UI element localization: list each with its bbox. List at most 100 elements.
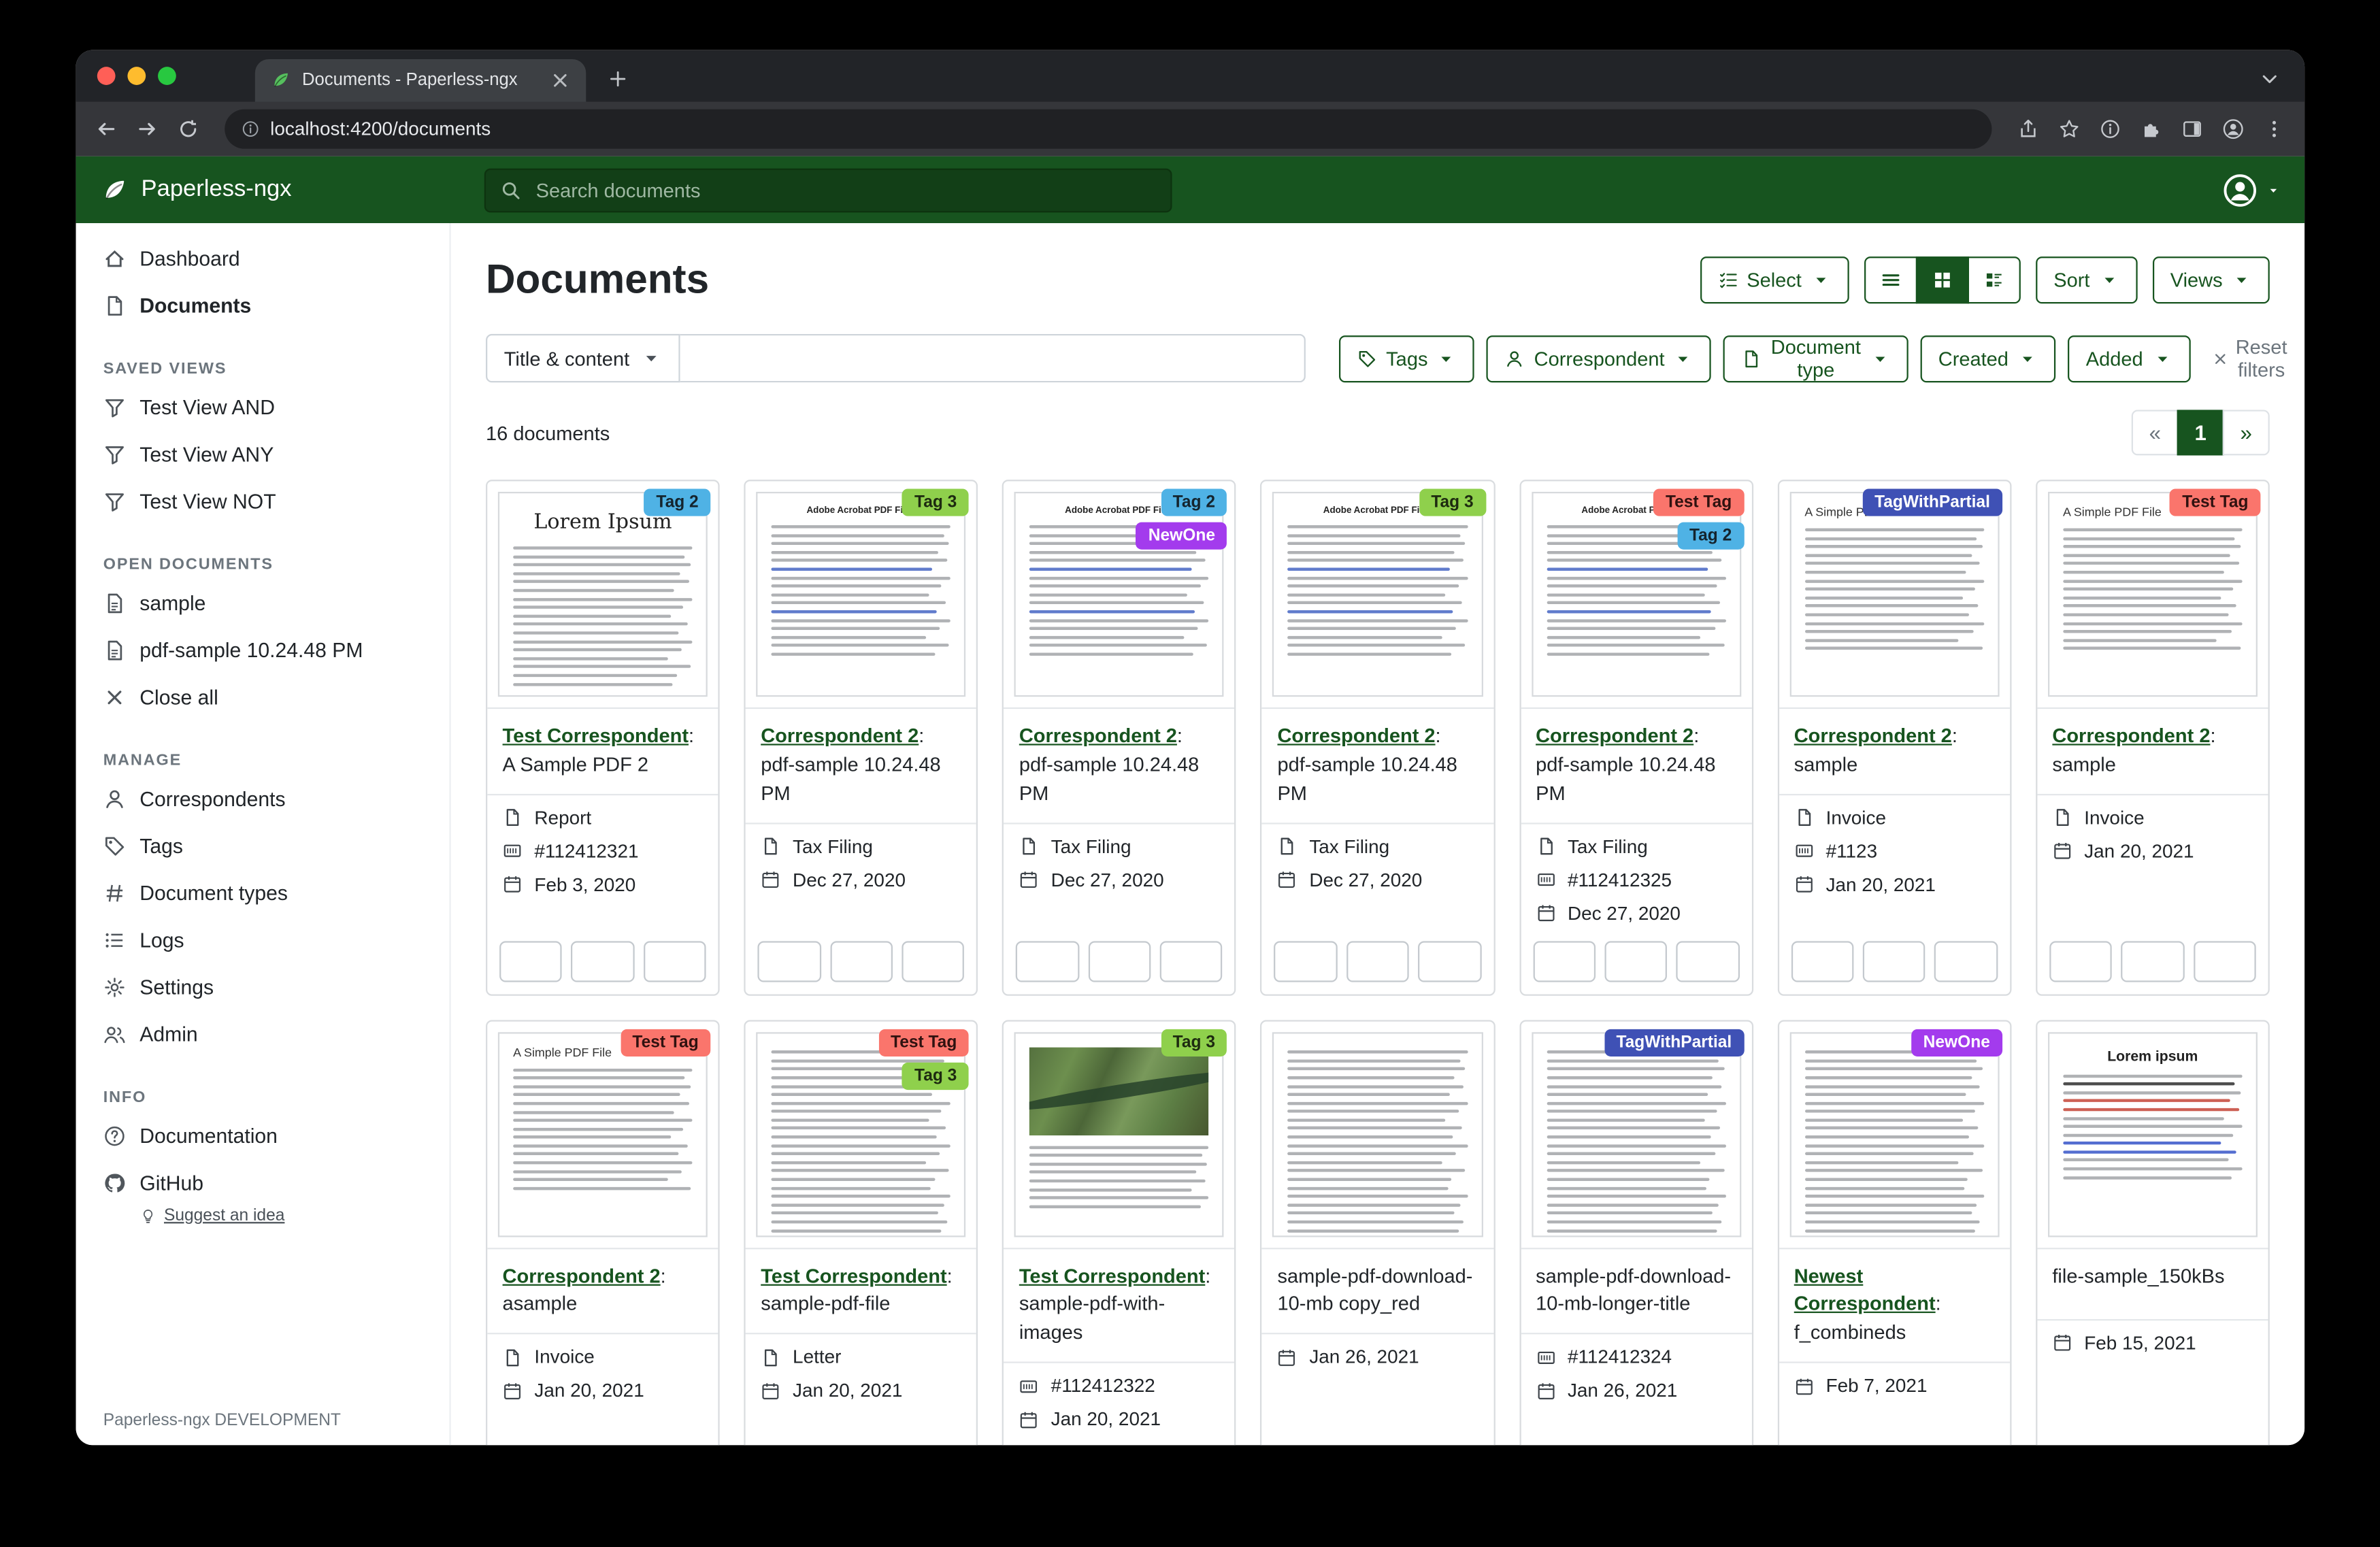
edit-button[interactable] (2049, 940, 2112, 981)
correspondent-link[interactable]: Correspondent 2 (503, 1264, 661, 1286)
sidebar-link-suggest-an-idea[interactable]: Suggest an idea (76, 1207, 450, 1234)
document-thumbnail[interactable] (1262, 1021, 1493, 1249)
title-content-dropdown[interactable]: Title & content (486, 334, 680, 382)
tag-badge[interactable]: Tag 3 (1419, 488, 1485, 516)
document-thumbnail[interactable]: Test Tag Tag 3 (746, 1021, 976, 1249)
view-button[interactable] (1863, 940, 1926, 981)
tag-badge[interactable]: NewOne (1911, 1029, 2002, 1056)
view-button[interactable] (572, 940, 634, 981)
user-menu[interactable] (2223, 172, 2281, 207)
tab-close-icon[interactable] (550, 70, 571, 91)
correspondent-link[interactable]: Correspondent 2 (761, 724, 919, 746)
tag-badge[interactable]: Tag 2 (1161, 488, 1227, 516)
document-thumbnail[interactable]: Lorem ipsum (2037, 1021, 2268, 1249)
download-button[interactable] (644, 940, 706, 981)
edit-button[interactable] (1274, 940, 1337, 981)
new-tab-button[interactable] (608, 68, 629, 89)
document-thumbnail[interactable]: NewOne (1779, 1021, 2009, 1249)
sidebar-item-test-view-any[interactable]: Test View ANY (76, 431, 450, 478)
app-brand[interactable]: Paperless-ngx (100, 176, 484, 204)
tag-badge[interactable]: Test Tag (878, 1029, 969, 1056)
sidebar-item-tags[interactable]: Tags (76, 822, 450, 869)
title-content-search-input[interactable] (680, 334, 1306, 382)
filter-document-type-button[interactable]: Document type (1724, 335, 1908, 382)
filter-added-button[interactable]: Added (2068, 335, 2190, 382)
document-card[interactable]: Lorem ipsum file-sample_150kBs Feb 15, 2… (2036, 1019, 2270, 1445)
share-icon[interactable] (2017, 118, 2038, 139)
filter-created-button[interactable]: Created (1920, 335, 2055, 382)
document-thumbnail[interactable]: Adobe Acrobat PDF Files Tag 3 (1262, 481, 1493, 709)
sidebar-item-github[interactable]: GitHub (76, 1160, 450, 1207)
filter-correspondent-button[interactable]: Correspondent (1487, 335, 1711, 382)
document-card[interactable]: sample-pdf-download-10-mb copy_red Jan 2… (1261, 1019, 1495, 1445)
reload-icon[interactable] (178, 118, 199, 139)
sidebar-item-pdf-sample-10-24-48-pm[interactable]: pdf-sample 10.24.48 PM (76, 627, 450, 674)
list-view-button[interactable] (1864, 256, 1917, 303)
document-thumbnail[interactable]: Adobe Acrobat PDF Files Tag 2NewOne (1004, 481, 1235, 709)
tag-badge[interactable]: Tag 2 (1677, 522, 1744, 550)
select-button[interactable]: Select (1700, 256, 1849, 303)
sort-button[interactable]: Sort (2036, 256, 2137, 303)
tag-badge[interactable]: Tag 2 (644, 488, 711, 516)
reset-filters-button[interactable]: Reset filters (2202, 334, 2296, 382)
sidebar-item-admin[interactable]: Admin (76, 1011, 450, 1058)
tab-search-chevron-icon[interactable] (2259, 68, 2280, 89)
view-button[interactable] (2121, 940, 2184, 981)
edit-button[interactable] (499, 940, 562, 981)
split-screen-icon[interactable] (2181, 118, 2202, 139)
view-button[interactable] (1346, 940, 1409, 981)
browser-tab[interactable]: Documents - Paperless-ngx (255, 59, 586, 101)
tag-badge[interactable]: NewOne (1136, 522, 1227, 550)
download-button[interactable] (1418, 940, 1481, 981)
download-button[interactable] (2193, 940, 2255, 981)
document-card[interactable]: Adobe Acrobat PDF Files Tag 3 Correspond… (1261, 480, 1495, 995)
sidebar-item-settings[interactable]: Settings (76, 964, 450, 1011)
sidebar-item-correspondents[interactable]: Correspondents (76, 776, 450, 822)
correspondent-link[interactable]: Correspondent 2 (2052, 724, 2210, 746)
back-icon[interactable] (96, 118, 117, 139)
bookmark-star-icon[interactable] (2059, 118, 2080, 139)
document-card[interactable]: Tag 3 Test Correspondent: sample-pdf-wit… (1002, 1019, 1236, 1445)
next-page-button[interactable]: » (2223, 410, 2270, 455)
edit-button[interactable] (1533, 940, 1596, 981)
edit-button[interactable] (1791, 940, 1853, 981)
minimize-window-button[interactable] (127, 67, 146, 85)
download-button[interactable] (1160, 940, 1223, 981)
tag-badge[interactable]: Tag 3 (1161, 1029, 1227, 1056)
tag-badge[interactable]: TagWithPartial (1604, 1029, 1744, 1056)
address-bar[interactable]: localhost:4200/documents (225, 110, 1991, 149)
correspondent-link[interactable]: Correspondent 2 (1794, 724, 1952, 746)
zoom-window-button[interactable] (158, 67, 176, 85)
view-button[interactable] (1088, 940, 1151, 981)
correspondent-link[interactable]: Newest Correspondent (1794, 1264, 1936, 1316)
document-thumbnail[interactable]: TagWithPartial (1521, 1021, 1751, 1249)
extensions-icon[interactable] (2141, 118, 2162, 139)
correspondent-link[interactable]: Correspondent 2 (1536, 724, 1693, 746)
tag-badge[interactable]: Tag 3 (902, 1062, 969, 1089)
correspondent-link[interactable]: Correspondent 2 (1019, 724, 1177, 746)
edit-button[interactable] (758, 940, 821, 981)
sidebar-item-document-types[interactable]: Document types (76, 870, 450, 917)
document-thumbnail[interactable]: Tag 3 (1004, 1021, 1235, 1249)
view-button[interactable] (829, 940, 892, 981)
document-card[interactable]: TagWithPartial sample-pdf-download-10-mb… (1519, 1019, 1753, 1445)
tag-badge[interactable]: Tag 3 (902, 488, 969, 516)
sidebar-item-dashboard[interactable]: Dashboard (76, 235, 450, 282)
document-thumbnail[interactable]: Adobe Acrobat PDF Files Tag 3 (746, 481, 976, 709)
browser-profile-icon[interactable] (2223, 118, 2244, 139)
document-card[interactable]: Adobe Acrobat PDF Files Tag 3 Correspond… (744, 480, 978, 995)
download-button[interactable] (1935, 940, 1998, 981)
correspondent-link[interactable]: Test Correspondent (1019, 1264, 1205, 1286)
tag-badge[interactable]: TagWithPartial (1862, 488, 2002, 516)
detail-view-button[interactable] (1967, 256, 2020, 303)
document-card[interactable]: A Simple PDF File Test Tag Correspondent… (2036, 480, 2270, 995)
document-card[interactable]: Test TagTag 3 Test Correspondent: sample… (744, 1019, 978, 1445)
sidebar-item-logs[interactable]: Logs (76, 917, 450, 964)
forward-icon[interactable] (137, 118, 158, 139)
tag-badge[interactable]: Test Tag (1653, 488, 1744, 516)
sidebar-item-sample[interactable]: sample (76, 580, 450, 627)
download-button[interactable] (902, 940, 964, 981)
filter-tags-button[interactable]: Tags (1339, 335, 1475, 382)
document-thumbnail[interactable]: Lorem Ipsum Tag 2 (487, 481, 718, 709)
correspondent-link[interactable]: Correspondent 2 (1277, 724, 1435, 746)
